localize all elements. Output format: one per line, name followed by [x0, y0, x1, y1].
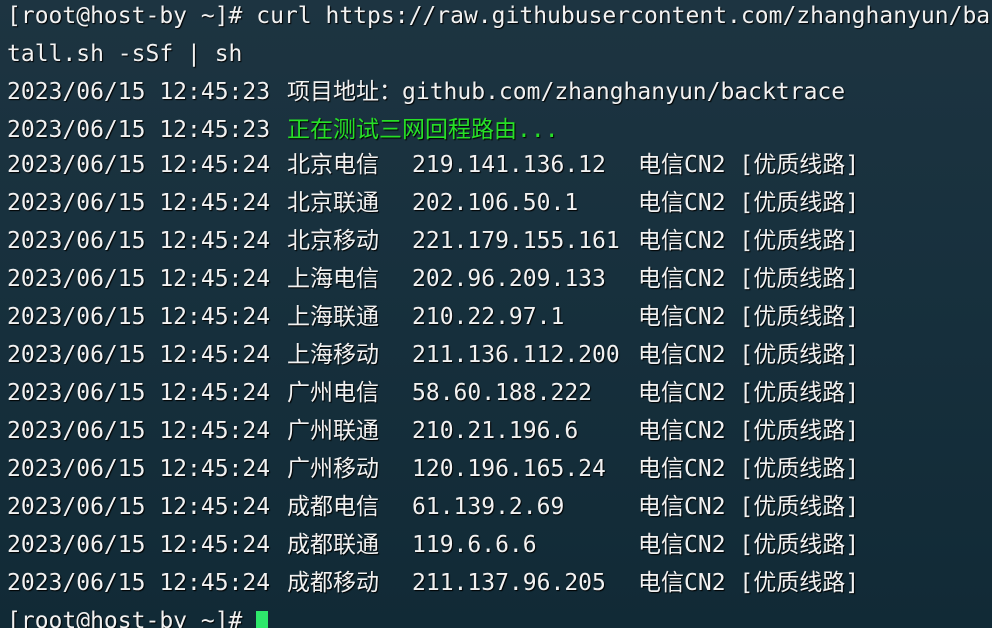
route-name: 北京电信 [287, 152, 379, 178]
route-name: 广州联通 [287, 418, 379, 444]
route-ip: 202.106.50.1 [412, 190, 579, 216]
route-ip: 211.137.96.205 [412, 570, 606, 596]
route-results: 2023/06/15 12:45:24 北京电信 219.141.136.12 电信C… [7, 146, 992, 602]
route-name: 上海移动 [287, 342, 379, 368]
timestamp: 2023/06/15 12:45:24 [7, 304, 271, 330]
route-ip: 202.96.209.133 [412, 266, 606, 292]
route-name: 北京联通 [287, 190, 379, 216]
route-row: 2023/06/15 12:45:24 北京电信 219.141.136.12 电信C… [7, 146, 992, 184]
timestamp: 2023/06/15 12:45:24 [7, 190, 271, 216]
info-label: 项目地址： [287, 79, 402, 105]
info-line-project: 2023/06/15 12:45:23 项目地址：github.com/zhang… [7, 73, 992, 111]
route-type: 电信CN2 [优质线路] [638, 380, 860, 406]
route-row: 2023/06/15 12:45:24 成都电信 61.139.2.69 电信CN2 … [7, 488, 992, 526]
route-type: 电信CN2 [优质线路] [638, 494, 860, 520]
command-line-continued: tall.sh -sSf | sh [7, 41, 243, 67]
route-name: 上海电信 [287, 266, 379, 292]
route-name: 广州电信 [287, 380, 379, 406]
route-type: 电信CN2 [优质线路] [638, 342, 860, 368]
prompt-line[interactable]: [root@host-by ~]# [7, 602, 992, 628]
route-name: 北京移动 [287, 228, 379, 254]
route-type: 电信CN2 [优质线路] [638, 418, 860, 444]
route-row: 2023/06/15 12:45:24 北京移动 221.179.155.161 电信… [7, 222, 992, 260]
route-name: 广州移动 [287, 456, 379, 482]
timestamp: 2023/06/15 12:45:24 [7, 532, 271, 558]
timestamp: 2023/06/15 12:45:24 [7, 266, 271, 292]
route-ip: 211.136.112.200 [412, 342, 620, 368]
route-row: 2023/06/15 12:45:24 上海移动 211.136.112.200 电信… [7, 336, 992, 374]
terminal-window[interactable]: [root@host-by ~]# curl https://raw.githu… [0, 0, 992, 628]
route-type: 电信CN2 [优质线路] [638, 266, 860, 292]
timestamp: 2023/06/15 12:45:23 [7, 79, 271, 105]
route-type: 电信CN2 [优质线路] [638, 532, 860, 558]
route-row: 2023/06/15 12:45:24 上海联通 210.22.97.1 电信CN2 … [7, 298, 992, 336]
route-ip: 119.6.6.6 [412, 532, 537, 558]
route-ip: 210.22.97.1 [412, 304, 565, 330]
cursor [256, 610, 269, 628]
timestamp: 2023/06/15 12:45:24 [7, 418, 271, 444]
route-ip: 210.21.196.6 [412, 418, 579, 444]
route-ip: 58.60.188.222 [412, 380, 593, 406]
timestamp: 2023/06/15 12:45:23 [7, 117, 271, 143]
timestamp: 2023/06/15 12:45:24 [7, 456, 271, 482]
route-ip: 221.179.155.161 [412, 228, 620, 254]
route-type: 电信CN2 [优质线路] [638, 456, 860, 482]
route-name: 成都移动 [287, 570, 379, 596]
route-row: 2023/06/15 12:45:24 上海电信 202.96.209.133 电信C… [7, 260, 992, 298]
route-type: 电信CN2 [优质线路] [638, 228, 860, 254]
route-ip: 61.139.2.69 [412, 494, 565, 520]
route-name: 成都电信 [287, 494, 379, 520]
timestamp: 2023/06/15 12:45:24 [7, 228, 271, 254]
route-name: 成都联通 [287, 532, 379, 558]
command-line: [root@host-by ~]# curl https://raw.githu… [7, 3, 992, 29]
timestamp: 2023/06/15 12:45:24 [7, 494, 271, 520]
route-row: 2023/06/15 12:45:24 广州移动 120.196.165.24 电信C… [7, 450, 992, 488]
route-type: 电信CN2 [优质线路] [638, 190, 860, 216]
route-row: 2023/06/15 12:45:24 北京联通 202.106.50.1 电信CN2… [7, 184, 992, 222]
timestamp: 2023/06/15 12:45:24 [7, 342, 271, 368]
route-name: 上海联通 [287, 304, 379, 330]
route-row: 2023/06/15 12:45:24 广州联通 210.21.196.6 电信CN2… [7, 412, 992, 450]
route-ip: 120.196.165.24 [412, 456, 606, 482]
timestamp: 2023/06/15 12:45:24 [7, 380, 271, 406]
timestamp: 2023/06/15 12:45:24 [7, 570, 271, 596]
route-row: 2023/06/15 12:45:24 成都联通 119.6.6.6 电信CN2 [优… [7, 526, 992, 564]
status-text: 正在测试三网回程路由... [287, 117, 559, 143]
route-type: 电信CN2 [优质线路] [638, 304, 860, 330]
shell-prompt: [root@host-by ~]# [7, 608, 243, 628]
route-row: 2023/06/15 12:45:24 成都移动 211.137.96.205 电信C… [7, 564, 992, 602]
timestamp: 2023/06/15 12:45:24 [7, 152, 271, 178]
route-row: 2023/06/15 12:45:24 广州电信 58.60.188.222 电信CN… [7, 374, 992, 412]
route-ip: 219.141.136.12 [412, 152, 606, 178]
info-line-status: 2023/06/15 12:45:23 正在测试三网回程路由... [7, 111, 992, 149]
route-type: 电信CN2 [优质线路] [638, 152, 860, 178]
project-url: github.com/zhanghanyun/backtrace [402, 79, 846, 105]
route-type: 电信CN2 [优质线路] [638, 570, 860, 596]
